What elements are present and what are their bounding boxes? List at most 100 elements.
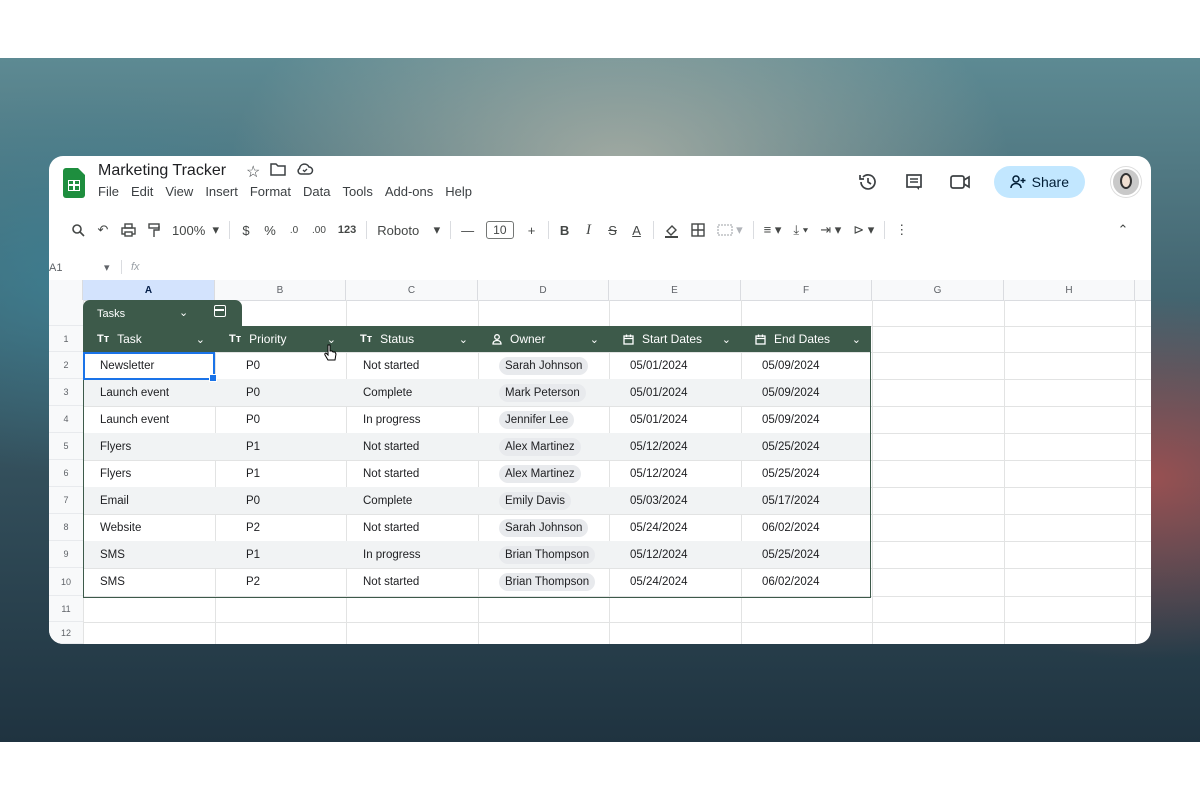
row-header[interactable]: 5	[49, 433, 83, 460]
text-wrapping-icon[interactable]: ⇥ ▾	[814, 217, 847, 243]
selected-cell-a2[interactable]	[83, 352, 217, 382]
cell-end-date[interactable]: 05/09/2024	[742, 379, 870, 406]
number-format-button[interactable]: 123	[332, 217, 362, 243]
cell-priority[interactable]: P2	[216, 568, 347, 595]
row-header[interactable]: 2	[49, 352, 83, 379]
owner-chip[interactable]: Alex Martinez	[499, 464, 581, 483]
menu-insert[interactable]: Insert	[205, 184, 238, 199]
owner-chip[interactable]: Mark Peterson	[499, 383, 586, 402]
row-header[interactable]: 10	[49, 568, 83, 596]
cell-start-date[interactable]: 05/01/2024	[610, 352, 742, 379]
borders-icon[interactable]	[685, 217, 711, 243]
collapse-toolbar-icon[interactable]: ⌃	[1111, 217, 1135, 243]
menu-data[interactable]: Data	[303, 184, 330, 199]
font-select[interactable]: Roboto ▾	[371, 217, 446, 243]
menu-file[interactable]: File	[98, 184, 119, 199]
cell-status[interactable]: Not started	[347, 433, 479, 460]
cloud-status-icon[interactable]	[296, 162, 314, 182]
cell-status[interactable]: Complete	[347, 487, 479, 514]
cell-task[interactable]: Flyers	[84, 433, 216, 460]
vertical-align-icon[interactable]: ⤓ ▾	[787, 217, 814, 243]
cell-end-date[interactable]: 05/25/2024	[742, 541, 870, 568]
cell-status[interactable]: Not started	[347, 514, 479, 541]
column-header-e[interactable]: E	[609, 280, 741, 300]
cell-owner[interactable]: Sarah Johnson	[479, 514, 610, 541]
cell-status[interactable]: Not started	[347, 568, 479, 595]
owner-chip[interactable]: Alex Martinez	[499, 437, 581, 456]
cell-task[interactable]: Flyers	[84, 460, 216, 487]
column-header-f[interactable]: F	[741, 280, 872, 300]
cell-task[interactable]: Launch event	[84, 379, 216, 406]
table-settings-icon[interactable]	[214, 305, 226, 317]
cell-owner[interactable]: Sarah Johnson	[479, 352, 610, 379]
cell-owner[interactable]: Mark Peterson	[479, 379, 610, 406]
star-icon[interactable]: ☆	[246, 162, 260, 182]
select-all-corner[interactable]	[49, 280, 83, 300]
cell-priority[interactable]: P2	[216, 514, 347, 541]
cell-status[interactable]: In progress	[347, 406, 479, 433]
name-box[interactable]: A1	[49, 262, 62, 274]
cell-priority[interactable]: P1	[216, 460, 347, 487]
chevron-down-icon[interactable]: ⌄	[179, 306, 188, 319]
chevron-down-icon[interactable]: ⌄	[196, 333, 205, 346]
cell-owner[interactable]: Alex Martinez	[479, 460, 610, 487]
meet-icon[interactable]	[948, 170, 972, 194]
owner-chip[interactable]: Jennifer Lee	[499, 410, 575, 429]
row-header[interactable]: 4	[49, 406, 83, 433]
merge-cells-icon[interactable]: ▾	[711, 217, 749, 243]
column-header-c[interactable]: C	[346, 280, 478, 300]
column-header-h[interactable]: H	[1004, 280, 1135, 300]
cell-status[interactable]: In progress	[347, 541, 479, 568]
row-header[interactable]: 12	[49, 622, 83, 644]
menu-tools[interactable]: Tools	[342, 184, 372, 199]
increase-decimal-button[interactable]: .00	[306, 217, 332, 243]
cell-task[interactable]: Website	[84, 514, 216, 541]
cell-priority[interactable]: P0	[216, 379, 347, 406]
currency-format-button[interactable]: $	[234, 217, 258, 243]
chevron-down-icon[interactable]: ⌄	[590, 333, 599, 346]
font-size-input[interactable]: 10	[480, 217, 519, 243]
row-header[interactable]: 11	[49, 596, 83, 622]
document-title[interactable]: Marketing Tracker	[98, 162, 226, 180]
cell-end-date[interactable]: 05/17/2024	[742, 487, 870, 514]
undo-icon[interactable]: ↶	[91, 217, 115, 243]
menu-addons[interactable]: Add-ons	[385, 184, 433, 199]
italic-button[interactable]: I	[577, 217, 601, 243]
chevron-down-icon[interactable]: ⌄	[852, 333, 861, 346]
chevron-down-icon[interactable]: ⌄	[459, 333, 468, 346]
paint-format-icon[interactable]	[142, 217, 166, 243]
owner-chip[interactable]: Sarah Johnson	[499, 356, 589, 375]
cell-owner[interactable]: Emily Davis	[479, 487, 610, 514]
folder-icon[interactable]	[270, 162, 287, 182]
column-header-g[interactable]: G	[872, 280, 1004, 300]
cell-end-date[interactable]: 05/09/2024	[742, 406, 870, 433]
cell-priority[interactable]: P0	[216, 406, 347, 433]
sheets-logo-icon[interactable]	[63, 168, 85, 198]
more-options-icon[interactable]: ⋮	[889, 217, 914, 243]
cell-owner[interactable]: Jennifer Lee	[479, 406, 610, 433]
cell-task[interactable]: Launch event	[84, 406, 216, 433]
cell-end-date[interactable]: 05/25/2024	[742, 460, 870, 487]
cell-status[interactable]: Not started	[347, 460, 479, 487]
column-header-a[interactable]: A	[83, 280, 215, 300]
cell-priority[interactable]: P1	[216, 541, 347, 568]
row-header[interactable]: 9	[49, 541, 83, 568]
cell-start-date[interactable]: 05/01/2024	[610, 406, 742, 433]
table-column-header-status[interactable]: Tт Status ⌄	[346, 326, 478, 352]
cell-task[interactable]: SMS	[84, 568, 216, 595]
print-icon[interactable]	[115, 217, 142, 243]
cell-start-date[interactable]: 05/01/2024	[610, 379, 742, 406]
owner-chip[interactable]: Emily Davis	[499, 491, 572, 510]
cell-status[interactable]: Not started	[347, 352, 479, 379]
history-icon[interactable]	[856, 170, 880, 194]
decrease-font-size-button[interactable]: —	[455, 217, 480, 243]
cell-task[interactable]: Email	[84, 487, 216, 514]
bold-button[interactable]: B	[553, 217, 577, 243]
cell-owner[interactable]: Alex Martinez	[479, 433, 610, 460]
chevron-down-icon[interactable]: ⌄	[722, 333, 731, 346]
cell-start-date[interactable]: 05/24/2024	[610, 514, 742, 541]
zoom-select[interactable]: 100% ▾	[166, 217, 225, 243]
account-avatar[interactable]	[1111, 167, 1141, 197]
row-header[interactable]: 6	[49, 460, 83, 487]
row-header[interactable]: 3	[49, 379, 83, 406]
